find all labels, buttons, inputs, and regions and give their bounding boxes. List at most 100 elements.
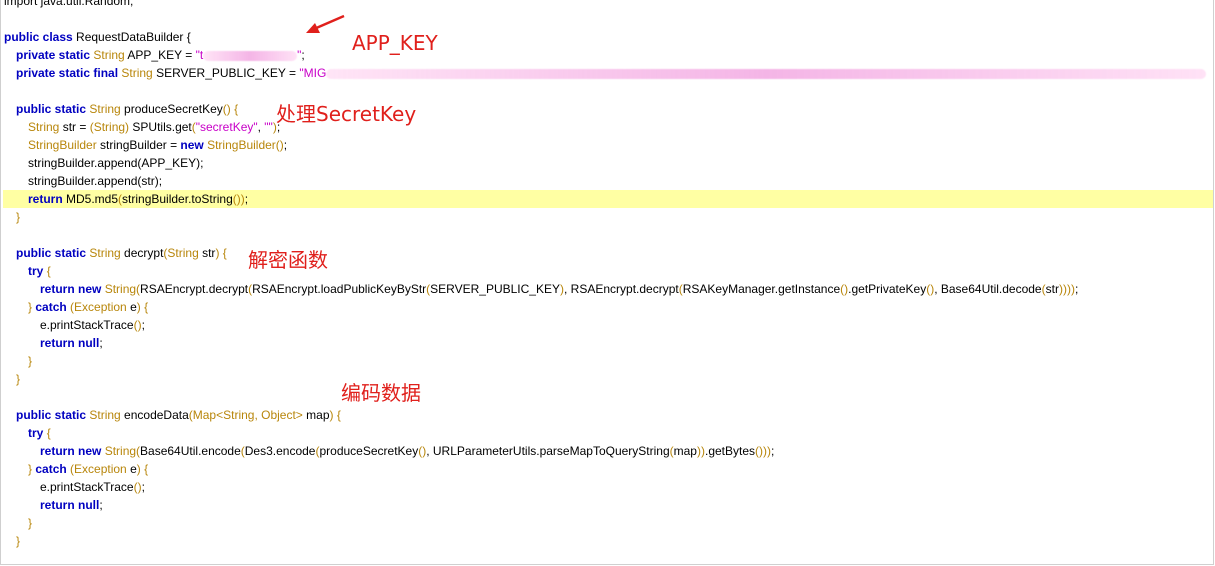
code-token: produceSecretKey	[319, 444, 419, 458]
code-line-enc-return: return new String(Base64Util.encode(Des3…	[3, 442, 1213, 460]
annotation-secret-key: 处理SecretKey	[276, 102, 417, 126]
code-token: public static	[16, 408, 90, 422]
code-token: stringBuilder.append(APP_KEY);	[28, 156, 204, 170]
code-token: ) {	[215, 246, 227, 260]
annotation-decrypt: 解密函数	[248, 248, 328, 272]
code-token: encodeData	[124, 408, 189, 422]
annotation-arrow-icon	[306, 14, 345, 33]
code-line-blank4	[3, 388, 1213, 406]
code-token: , URLParameterUtils.parseMapToQueryStrin…	[426, 444, 670, 458]
code-token: String	[93, 48, 128, 62]
code-token: SPUtils.get	[132, 120, 192, 134]
code-token: (Map<String, Object>	[188, 408, 307, 422]
code-token: map	[673, 444, 697, 458]
code-line-blank1	[3, 10, 1213, 28]
code-line-psk-close: }	[3, 208, 1213, 226]
code-token: .getPrivateKey	[848, 282, 927, 296]
code-token: stringBuilder =	[100, 138, 181, 152]
code-token: ) {	[329, 408, 341, 422]
code-token: ;	[141, 318, 145, 332]
code-token: try	[28, 426, 47, 440]
code-token: StringBuilder()	[207, 138, 284, 152]
code-token: ""	[264, 120, 273, 134]
code-token: ()	[133, 480, 142, 494]
code-token: import java.util.Random;	[4, 0, 134, 8]
code-token: RSAEncrypt.loadPublicKeyByStr	[252, 282, 427, 296]
code-token: new	[180, 138, 208, 152]
code-token: SERVER_PUBLIC_KEY =	[156, 66, 300, 80]
code-token: APP_KEY =	[127, 48, 196, 62]
code-token: private static	[16, 48, 94, 62]
code-token: SERVER_PUBLIC_KEY	[430, 282, 560, 296]
code-token: return null	[40, 498, 100, 512]
code-token: ;	[99, 336, 103, 350]
code-line-enc-try: try {	[3, 424, 1213, 442]
code-line-blank2	[3, 82, 1213, 100]
code-editor: import java.util.Random; public class Req…	[3, 0, 1213, 550]
code-token: (Exception	[70, 462, 131, 476]
code-token: , RSAEncrypt.decrypt	[564, 282, 679, 296]
code-token: stringBuilder.toString	[122, 192, 233, 206]
code-line-class-decl: public class RequestDataBuilder {	[3, 28, 1213, 46]
code-token: String	[89, 246, 125, 260]
code-token: return null	[40, 336, 100, 350]
code-line-dec-print: e.printStackTrace();	[3, 316, 1213, 334]
code-token: () {	[222, 102, 239, 116]
code-token: }	[16, 372, 21, 386]
code-line-dec-return: return new String(RSAEncrypt.decrypt(RSA…	[3, 280, 1213, 298]
code-token: RSAEncrypt.decrypt	[140, 282, 249, 296]
code-token: ;	[771, 444, 775, 458]
code-token: str	[1045, 282, 1059, 296]
code-line-psk-append1: stringBuilder.append(APP_KEY);	[3, 154, 1213, 172]
code-token: {	[46, 264, 51, 278]
code-token: }	[28, 516, 33, 530]
code-token: ()	[133, 318, 142, 332]
code-token: ;	[99, 498, 103, 512]
code-token: String	[89, 102, 125, 116]
code-token: (String	[163, 246, 203, 260]
code-token: public static	[16, 102, 90, 116]
code-token: ()	[840, 282, 849, 296]
code-token: catch	[35, 300, 71, 314]
code-token: Base64Util.encode	[140, 444, 241, 458]
code-token: produceSecretKey	[124, 102, 223, 116]
redacted-value	[326, 68, 1207, 79]
code-token: "MIG	[299, 66, 327, 80]
code-token: try	[28, 264, 47, 278]
code-token: ;	[141, 480, 145, 494]
code-token: map	[306, 408, 330, 422]
code-token: e.printStackTrace	[40, 480, 134, 494]
code-line-enc-catch: } catch (Exception e) {	[3, 460, 1213, 478]
code-token: ;	[301, 48, 305, 62]
code-token: }	[16, 534, 21, 548]
code-line-app-key: private static String APP_KEY = "t ";	[3, 46, 1213, 64]
code-line-dec-try: try {	[3, 262, 1213, 280]
code-token: Des3.encode	[244, 444, 316, 458]
code-line-dec-close: }	[3, 370, 1213, 388]
code-line-dec-null: return null;	[3, 334, 1213, 352]
code-line-dec-decl: public static String decrypt(String str)…	[3, 244, 1213, 262]
annotation-encode: 编码数据	[341, 381, 421, 405]
code-token: MD5.md5	[66, 192, 119, 206]
code-token: ;	[1074, 282, 1079, 296]
code-token: , Base64Util.decode	[934, 282, 1042, 296]
code-token: String(	[104, 444, 141, 458]
code-token: (Exception	[70, 300, 131, 314]
code-token: e	[130, 300, 137, 314]
code-token: }	[28, 354, 33, 368]
code-line-import: import java.util.Random;	[3, 0, 1213, 10]
code-token: "t	[195, 48, 204, 62]
code-token: ) {	[136, 300, 149, 314]
code-line-enc-close: }	[3, 532, 1213, 550]
code-token: ))	[696, 444, 705, 458]
code-token: public class	[4, 30, 77, 44]
code-line-enc-catch-close: }	[3, 514, 1213, 532]
redacted-value	[203, 50, 298, 61]
code-token: return new	[40, 282, 105, 296]
code-line-blank3	[3, 226, 1213, 244]
code-token: catch	[35, 462, 71, 476]
code-token: e.printStackTrace	[40, 318, 134, 332]
code-line-dec-catch-close: }	[3, 352, 1213, 370]
code-token: ())	[232, 192, 245, 206]
code-token: RSAKeyManager.getInstance	[682, 282, 841, 296]
